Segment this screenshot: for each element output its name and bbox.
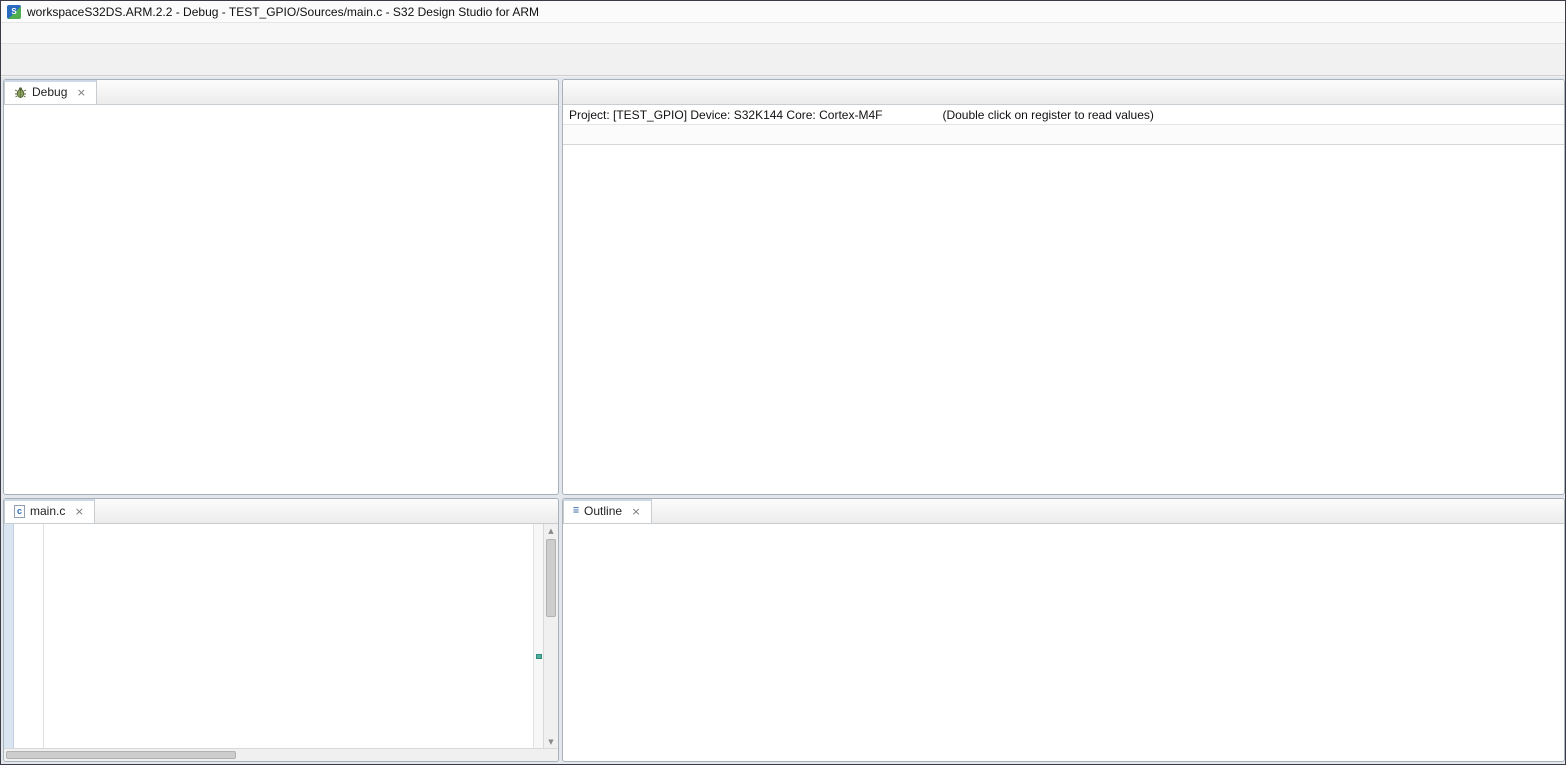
bug-icon <box>14 86 27 99</box>
overview-ruler[interactable] <box>533 524 543 748</box>
embsys-hint: (Double click on register to read values… <box>942 108 1153 122</box>
app-icon: S <box>7 5 21 19</box>
tab-main-c[interactable]: main.c × <box>4 499 95 523</box>
tab-main-c-close-icon[interactable]: × <box>73 505 85 518</box>
outline-tabbar: ≡ Outline × <box>563 499 1564 524</box>
tab-debug-close-icon[interactable]: × <box>75 86 87 99</box>
tab-outline[interactable]: ≡ Outline × <box>563 499 652 523</box>
scroll-down-icon[interactable]: ▼ <box>544 735 558 748</box>
embsys-tabbar <box>563 80 1564 105</box>
vertical-scrollbar[interactable]: ▲ ▼ <box>543 524 558 748</box>
editor-view-toolbar <box>551 499 558 523</box>
outline-list <box>563 524 1564 532</box>
tab-main-c-label: main.c <box>30 504 65 518</box>
scroll-up-icon[interactable]: ▲ <box>544 524 558 537</box>
editor-tabbar: main.c × <box>4 499 558 524</box>
tab-spacer <box>97 80 551 104</box>
tab-debug[interactable]: Debug × <box>4 80 97 104</box>
overview-mark <box>536 654 542 659</box>
annotation-ruler[interactable] <box>4 524 14 748</box>
embsys-project-device: Project: [TEST_GPIO] Device: S32K144 Cor… <box>569 108 882 122</box>
tab-spacer <box>95 499 551 523</box>
tab-debug-label: Debug <box>32 85 67 99</box>
register-table-header <box>563 125 1564 145</box>
embsys-registers-view: Project: [TEST_GPIO] Device: S32K144 Cor… <box>562 79 1565 495</box>
outline-view: ≡ Outline × <box>562 498 1565 762</box>
line-number-gutter[interactable] <box>14 524 44 748</box>
code-editor[interactable]: ▲ ▼ <box>4 524 558 748</box>
titlebar: S workspaceS32DS.ARM.2.2 - Debug - TEST_… <box>1 1 1565 23</box>
debug-view-toolbar <box>551 80 558 104</box>
vertical-scrollbar-thumb[interactable] <box>546 539 556 617</box>
editor-view: main.c × ▲ ▼ <box>3 498 559 762</box>
tab-outline-close-icon[interactable]: × <box>630 505 642 518</box>
horizontal-scrollbar-thumb[interactable] <box>6 751 236 759</box>
horizontal-scrollbar[interactable] <box>4 748 558 761</box>
tab-spacer <box>652 499 1564 523</box>
embsys-info-line: Project: [TEST_GPIO] Device: S32K144 Cor… <box>563 105 1564 125</box>
code-area[interactable] <box>44 524 533 748</box>
debug-view: Debug × <box>3 79 559 495</box>
main-toolbar <box>1 44 1565 76</box>
window-title: workspaceS32DS.ARM.2.2 - Debug - TEST_GP… <box>27 5 539 19</box>
debug-tabbar: Debug × <box>4 80 558 105</box>
tab-outline-label: Outline <box>584 504 622 518</box>
app-window: S workspaceS32DS.ARM.2.2 - Debug - TEST_… <box>0 0 1566 765</box>
menubar <box>1 23 1565 44</box>
outline-icon: ≡ <box>573 506 579 516</box>
debug-launch-tree <box>4 105 558 110</box>
workbench: Debug × Project: [TEST_GPIO] Device: S32… <box>1 77 1565 764</box>
c-file-icon <box>14 505 25 518</box>
